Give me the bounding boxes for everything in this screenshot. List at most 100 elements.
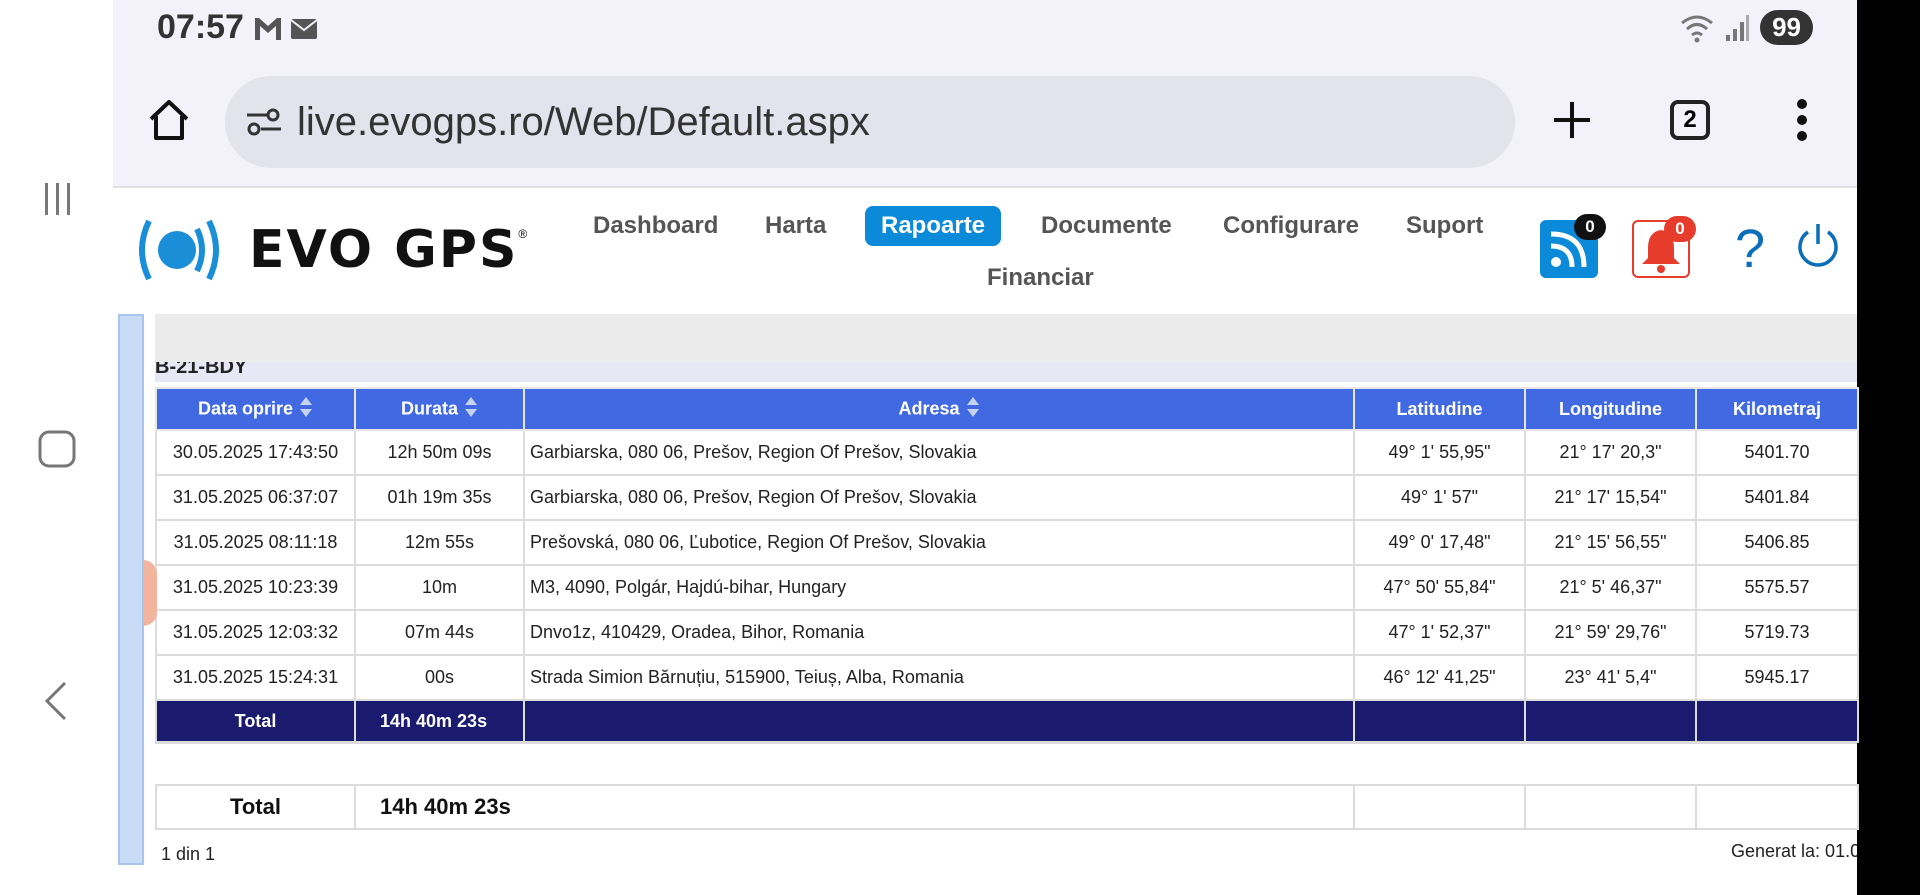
table-row[interactable]: 30.05.2025 17:43:50 12h 50m 09s Garbiars… xyxy=(155,429,1859,476)
cell-duration: 10m xyxy=(354,564,525,611)
cell-lon: 23° 41' 5,4" xyxy=(1524,654,1697,701)
gmail-icon xyxy=(255,18,281,40)
cell-lat: 49° 0' 17,48" xyxy=(1353,519,1526,566)
cell-lat: 49° 1' 57" xyxy=(1353,474,1526,521)
cell-km: 5575.57 xyxy=(1695,564,1859,611)
col-header-durata[interactable]: Durata xyxy=(354,387,525,431)
status-bar: 07:57 99 xyxy=(113,0,1857,60)
cell-lon: 21° 15' 56,55" xyxy=(1524,519,1697,566)
cell-lat: 47° 50' 55,84" xyxy=(1353,564,1526,611)
col-header-longitudine: Longitudine xyxy=(1524,387,1697,431)
menu-financiar[interactable]: Financiar xyxy=(971,258,1110,298)
cell-date: 31.05.2025 10:23:39 xyxy=(155,564,356,611)
cell-lat: 49° 1' 55,95" xyxy=(1353,429,1526,476)
stops-table: Data oprire Durata Adresa Latitudine Lon… xyxy=(155,387,1859,743)
cell-address: Garbiarska, 080 06, Prešov, Region Of Pr… xyxy=(523,474,1355,521)
cell-duration: 12m 55s xyxy=(354,519,525,566)
cell-lon: 21° 17' 15,54" xyxy=(1524,474,1697,521)
page-info: 1 din 1 xyxy=(161,844,216,864)
side-panel-toggle[interactable] xyxy=(118,314,144,865)
cell-km: 5719.73 xyxy=(1695,609,1859,656)
cell-km: 5401.84 xyxy=(1695,474,1859,521)
screen-edge xyxy=(1857,0,1920,895)
sort-icon xyxy=(299,396,313,423)
cell-km: 5945.17 xyxy=(1695,654,1859,701)
cell-lon: 21° 17' 20,3" xyxy=(1524,429,1697,476)
cell-duration: 00s xyxy=(354,654,525,701)
table-row[interactable]: 31.05.2025 15:24:31 00s Strada Simion Bă… xyxy=(155,654,1859,701)
cell-address: M3, 4090, Polgár, Hajdú-bihar, Hungary xyxy=(523,564,1355,611)
menu-documente[interactable]: Documente xyxy=(1025,206,1188,246)
recent-apps-button[interactable] xyxy=(30,172,84,226)
logo-signal-icon xyxy=(139,219,219,281)
evo-gps-logo[interactable]: EVO GPS ® xyxy=(133,215,527,285)
site-settings-icon[interactable] xyxy=(245,106,283,138)
cell-date: 30.05.2025 17:43:50 xyxy=(155,429,356,476)
home-nav-icon xyxy=(38,430,76,468)
table-row[interactable]: 31.05.2025 12:03:32 07m 44s Dnvo1z, 4104… xyxy=(155,609,1859,656)
logo-text: EVO GPS xyxy=(249,220,519,280)
back-icon xyxy=(44,681,67,721)
menu-harta[interactable]: Harta xyxy=(749,206,842,246)
signal-icon xyxy=(1726,14,1750,41)
cell-address: Strada Simion Bărnuțiu, 515900, Teiuș, A… xyxy=(523,654,1355,701)
total-label: Total xyxy=(155,699,356,743)
menu-rapoarte[interactable]: Rapoarte xyxy=(865,206,1002,246)
report-content: B-21-BDY Data oprire Durata Adresa Latit… xyxy=(113,314,1859,895)
battery-level: 99 xyxy=(1760,10,1813,45)
menu-dashboard[interactable]: Dashboard xyxy=(577,206,734,246)
help-button[interactable]: ? xyxy=(1721,220,1779,278)
home-nav-button[interactable] xyxy=(30,422,84,476)
col-header-kilometraj: Kilometraj xyxy=(1695,387,1859,431)
plus-icon xyxy=(1554,102,1590,138)
cell-duration: 07m 44s xyxy=(354,609,525,656)
report-toolbar-band xyxy=(155,314,1857,362)
browser-toolbar: live.evogps.ro/Web/Default.aspx 2 xyxy=(113,60,1857,188)
new-tab-button[interactable] xyxy=(1544,92,1600,148)
browser-window: 07:57 99 live.evogps.ro/Web/Default.aspx… xyxy=(113,0,1859,895)
total-duration: 14h 40m 23s xyxy=(354,699,525,743)
address-bar[interactable]: live.evogps.ro/Web/Default.aspx xyxy=(225,76,1515,168)
cell-date: 31.05.2025 06:37:07 xyxy=(155,474,356,521)
table-row[interactable]: 31.05.2025 08:11:18 12m 55s Prešovská, 0… xyxy=(155,519,1859,566)
url-text[interactable]: live.evogps.ro/Web/Default.aspx xyxy=(297,100,870,145)
table-row[interactable]: 31.05.2025 10:23:39 10m M3, 4090, Polgár… xyxy=(155,564,1859,611)
tab-switcher-button[interactable]: 2 xyxy=(1662,92,1718,148)
total-row: Total 14h 40m 23s xyxy=(155,699,1859,743)
grand-total-row: Total 14h 40m 23s xyxy=(155,784,1859,830)
cell-lat: 46° 12' 41,25" xyxy=(1353,654,1526,701)
cell-km: 5406.85 xyxy=(1695,519,1859,566)
cell-date: 31.05.2025 12:03:32 xyxy=(155,609,356,656)
rss-badge: 0 xyxy=(1574,214,1606,240)
cell-date: 31.05.2025 08:11:18 xyxy=(155,519,356,566)
grand-total-label: Total xyxy=(155,784,356,830)
drawer-handle[interactable] xyxy=(143,560,157,626)
browser-home-button[interactable] xyxy=(141,92,197,148)
logout-button[interactable] xyxy=(1793,220,1851,278)
generated-at: Generat la: 01.0 xyxy=(1731,841,1857,861)
sort-icon xyxy=(464,396,478,423)
col-header-data-oprire[interactable]: Data oprire xyxy=(155,387,356,431)
grand-total-duration: 14h 40m 23s xyxy=(354,784,1355,830)
back-nav-button[interactable] xyxy=(30,674,84,728)
browser-menu-button[interactable] xyxy=(1774,92,1830,148)
menu-configurare[interactable]: Configurare xyxy=(1207,206,1375,246)
app-header: EVO GPS ® Dashboard Harta Rapoarte Docum… xyxy=(113,190,1857,314)
cell-lat: 47° 1' 52,37" xyxy=(1353,609,1526,656)
table-row[interactable]: 31.05.2025 06:37:07 01h 19m 35s Garbiars… xyxy=(155,474,1859,521)
tab-count: 2 xyxy=(1670,100,1710,140)
cell-date: 31.05.2025 15:24:31 xyxy=(155,654,356,701)
col-header-adresa[interactable]: Adresa xyxy=(523,387,1355,431)
cell-lon: 21° 5' 46,37" xyxy=(1524,564,1697,611)
cell-lon: 21° 59' 29,76" xyxy=(1524,609,1697,656)
status-time: 07:57 xyxy=(157,8,244,46)
cell-duration: 01h 19m 35s xyxy=(354,474,525,521)
rss-feed-button[interactable]: 0 xyxy=(1540,214,1606,278)
col-header-latitudine: Latitudine xyxy=(1353,387,1526,431)
more-vert-icon xyxy=(1797,99,1807,141)
alerts-button[interactable]: 0 xyxy=(1632,216,1696,278)
cell-duration: 12h 50m 09s xyxy=(354,429,525,476)
menu-suport[interactable]: Suport xyxy=(1390,206,1499,246)
power-icon xyxy=(1798,224,1838,267)
cell-km: 5401.70 xyxy=(1695,429,1859,476)
